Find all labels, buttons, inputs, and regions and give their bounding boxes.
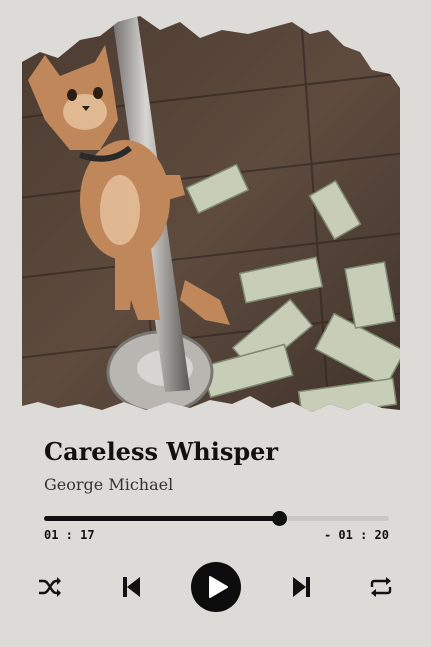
progress-bar[interactable] [44,511,389,526]
shuffle-button[interactable] [36,573,64,601]
skip-next-icon [293,577,310,597]
repeat-button[interactable] [366,573,396,601]
shuffle-icon [39,577,61,597]
elapsed-time: 01 : 17 [44,528,95,542]
play-icon [209,576,228,598]
next-button[interactable] [288,572,316,602]
progress-knob[interactable] [271,511,287,526]
previous-button[interactable] [117,572,145,602]
remaining-time: - 01 : 20 [323,528,389,542]
album-art [0,0,431,430]
repeat-icon [370,577,392,597]
progress-fill [44,516,279,521]
track-artist: George Michael [44,475,174,494]
skip-previous-icon [123,577,140,597]
play-button[interactable] [191,562,241,612]
track-title: Careless Whisper [44,437,279,466]
